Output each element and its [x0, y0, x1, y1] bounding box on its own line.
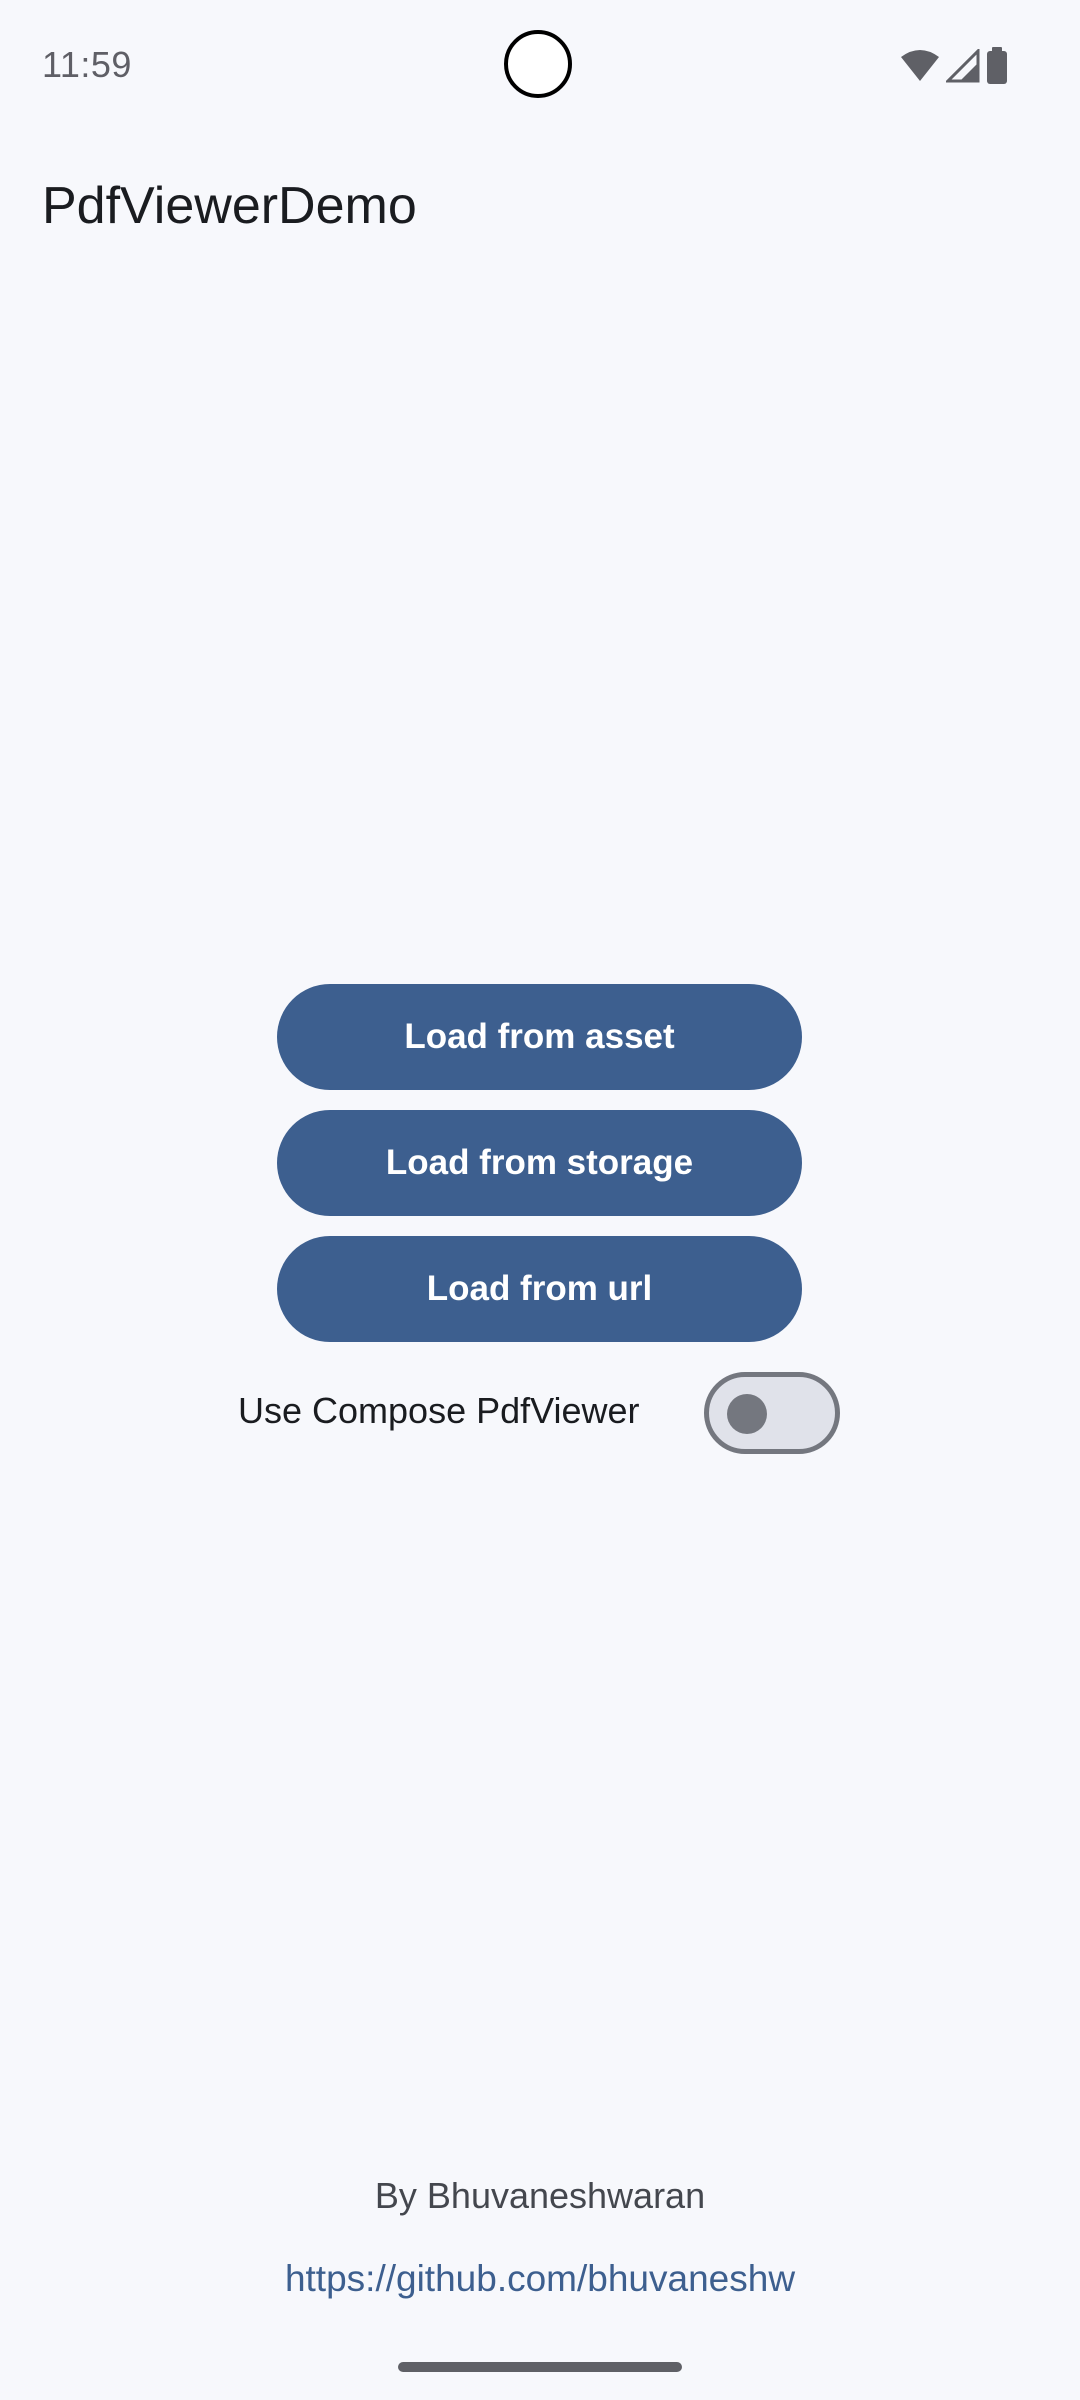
status-bar: 11:59 — [0, 0, 1080, 132]
app-screen: 11:59 PdfViewerDemo Load from asset Load… — [0, 0, 1080, 2400]
load-from-asset-button[interactable]: Load from asset — [277, 984, 802, 1090]
signal-icon — [946, 49, 980, 83]
camera-cutout — [504, 30, 572, 98]
status-icons — [900, 46, 1008, 86]
load-from-url-button[interactable]: Load from url — [277, 1236, 802, 1342]
author-text: By Bhuvaneshwaran — [374, 2175, 706, 2216]
compose-pdfviewer-switch[interactable] — [704, 1372, 840, 1454]
battery-icon — [986, 47, 1008, 85]
gesture-nav-handle[interactable] — [398, 2362, 682, 2372]
wifi-icon — [900, 49, 940, 83]
compose-switch-label: Use Compose PdfViewer — [238, 1390, 640, 1431]
switch-thumb — [727, 1394, 767, 1434]
app-title: PdfViewerDemo — [42, 177, 417, 235]
load-from-storage-button[interactable]: Load from storage — [277, 1110, 802, 1216]
status-time: 11:59 — [42, 44, 132, 85]
github-link[interactable]: https://github.com/bhuvaneshw — [0, 2258, 1080, 2300]
